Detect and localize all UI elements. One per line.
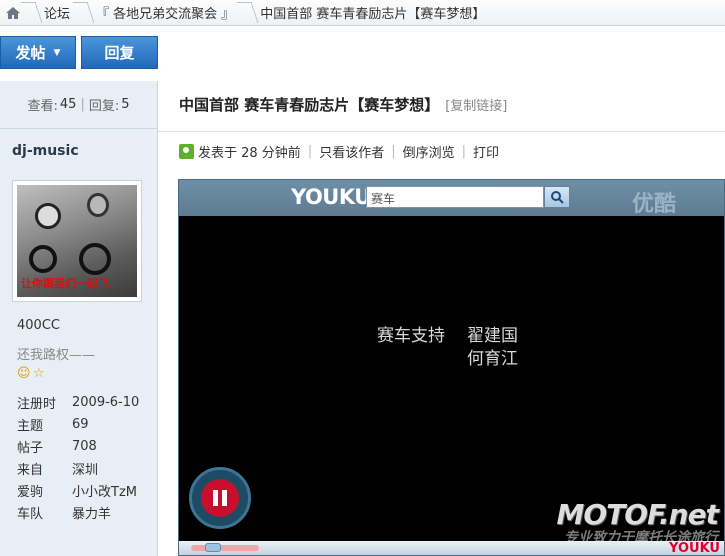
info-key: 主题 <box>17 418 44 434</box>
user-rank: 400CC <box>17 318 60 333</box>
credits-label: 赛车支持 <box>377 326 445 346</box>
info-value: 2009-6-10 <box>72 394 140 410</box>
info-value: 小小改TzM <box>72 484 137 500</box>
credit-name: 何育江 <box>467 349 518 369</box>
info-value: 深圳 <box>72 462 99 478</box>
progress-bar[interactable] <box>191 545 259 551</box>
breadcrumb-separator <box>242 0 254 26</box>
pause-icon <box>201 479 239 517</box>
user-info: 注册时 2009-6-10 主题 69 帖子 708 来自 深圳 爱驹 小小改TzM 车队… <box>17 391 139 523</box>
smiley-icon: ☺ <box>17 366 31 381</box>
author-sidebar: 查看: 45 | 回复: 5 dj-music 让你跟我们一起飞 400CC 还… <box>0 81 158 556</box>
breadcrumb: 论坛 『 各地兄弟交流聚会 』 中国首部 赛车青春励志片【赛车梦想】 <box>0 0 725 26</box>
player-controls: YOUKU <box>179 541 724 556</box>
breadcrumb-board[interactable]: 『 各地兄弟交流聚会 』 <box>90 3 242 22</box>
avatar-image: 让你跟我们一起飞 <box>17 185 137 297</box>
avatar[interactable]: 让你跟我们一起飞 <box>12 180 142 302</box>
breadcrumb-forum[interactable]: 论坛 <box>38 3 78 22</box>
reply-button[interactable]: 回复 <box>81 36 158 69</box>
video-player[interactable]: YOUKU 赛车 优酷 赛车支持 翟建国 何育江 MOTOF.net 专业致力于… <box>178 179 725 556</box>
divider <box>158 131 725 132</box>
user-motto: 还我路权—— <box>17 348 96 363</box>
author-name[interactable]: dj-music <box>12 143 79 159</box>
views-label: 查看: <box>27 99 58 114</box>
page-title: 中国首部 赛车青春励志片【赛车梦想】 <box>179 96 440 114</box>
avatar-caption: 让你跟我们一起飞 <box>21 277 109 290</box>
copy-link[interactable]: [复制链接] <box>445 95 507 114</box>
post-time: 发表于 28 分钟前 <box>198 146 301 161</box>
info-value[interactable]: 708 <box>72 439 97 454</box>
star-icon: ☆ <box>33 366 45 381</box>
post-meta: 发表于 28 分钟前 | 只看该作者 | 倒序浏览 | 打印 <box>179 142 499 161</box>
thread-title-bar: 中国首部 赛车青春励志片【赛车梦想】 [复制链接] <box>179 94 507 115</box>
new-post-button[interactable]: 发帖 ▼ <box>0 36 76 69</box>
info-value[interactable]: 69 <box>72 417 89 432</box>
info-key: 车队 <box>17 506 44 522</box>
credit-name: 翟建国 <box>467 326 518 346</box>
stats-divider: | <box>80 97 85 112</box>
progress-handle[interactable] <box>205 543 221 552</box>
corner-logo: YOUKU <box>669 541 720 556</box>
breadcrumb-thread[interactable]: 中国首部 赛车青春励志片【赛车梦想】 <box>254 3 493 22</box>
info-key: 注册时 <box>17 396 57 412</box>
watermark: MOTOF.net 专业致力于摩托长途旅行 <box>557 498 719 547</box>
breadcrumb-separator <box>78 0 90 26</box>
youku-logo[interactable]: YOUKU <box>291 185 371 209</box>
thread-stats: 查看: 45 | 回复: 5 <box>0 81 157 129</box>
brand-logo: 优酷 <box>631 192 676 217</box>
reverse-order-link[interactable]: 倒序浏览 <box>403 142 455 161</box>
views-count: 45 <box>59 97 77 112</box>
search-button[interactable] <box>544 186 570 208</box>
info-row: 车队 暴力羊 <box>17 501 139 523</box>
info-row: 爱驹 小小改TzM <box>17 479 139 501</box>
pause-button[interactable] <box>189 467 251 529</box>
info-value: 暴力羊 <box>72 506 112 522</box>
print-link[interactable]: 打印 <box>473 142 499 161</box>
thread-actions: 发帖 ▼ 回复 <box>0 36 158 70</box>
info-row: 帖子 708 <box>17 435 139 457</box>
breadcrumb-separator <box>26 0 38 26</box>
search-input[interactable]: 赛车 <box>366 186 544 208</box>
video-credits: 赛车支持 翟建国 何育江 <box>377 325 518 371</box>
info-key: 帖子 <box>17 440 44 456</box>
new-post-label: 发帖 <box>15 44 46 62</box>
player-header: YOUKU 赛车 优酷 <box>179 180 724 217</box>
replies-label: 回复: <box>88 99 120 114</box>
info-key: 爱驹 <box>17 484 44 500</box>
user-medals: ☺ ☆ <box>17 367 47 381</box>
only-author-link[interactable]: 只看该作者 <box>319 142 384 161</box>
replies-count: 5 <box>121 97 130 112</box>
info-key: 来自 <box>17 462 44 478</box>
search-icon <box>551 191 564 204</box>
credits-names: 翟建国 何育江 <box>467 325 518 371</box>
info-row: 主题 69 <box>17 413 139 435</box>
info-row: 来自 深圳 <box>17 457 139 479</box>
online-status-icon <box>179 144 194 159</box>
info-row: 注册时 2009-6-10 <box>17 391 139 413</box>
chevron-down-icon: ▼ <box>53 47 61 58</box>
